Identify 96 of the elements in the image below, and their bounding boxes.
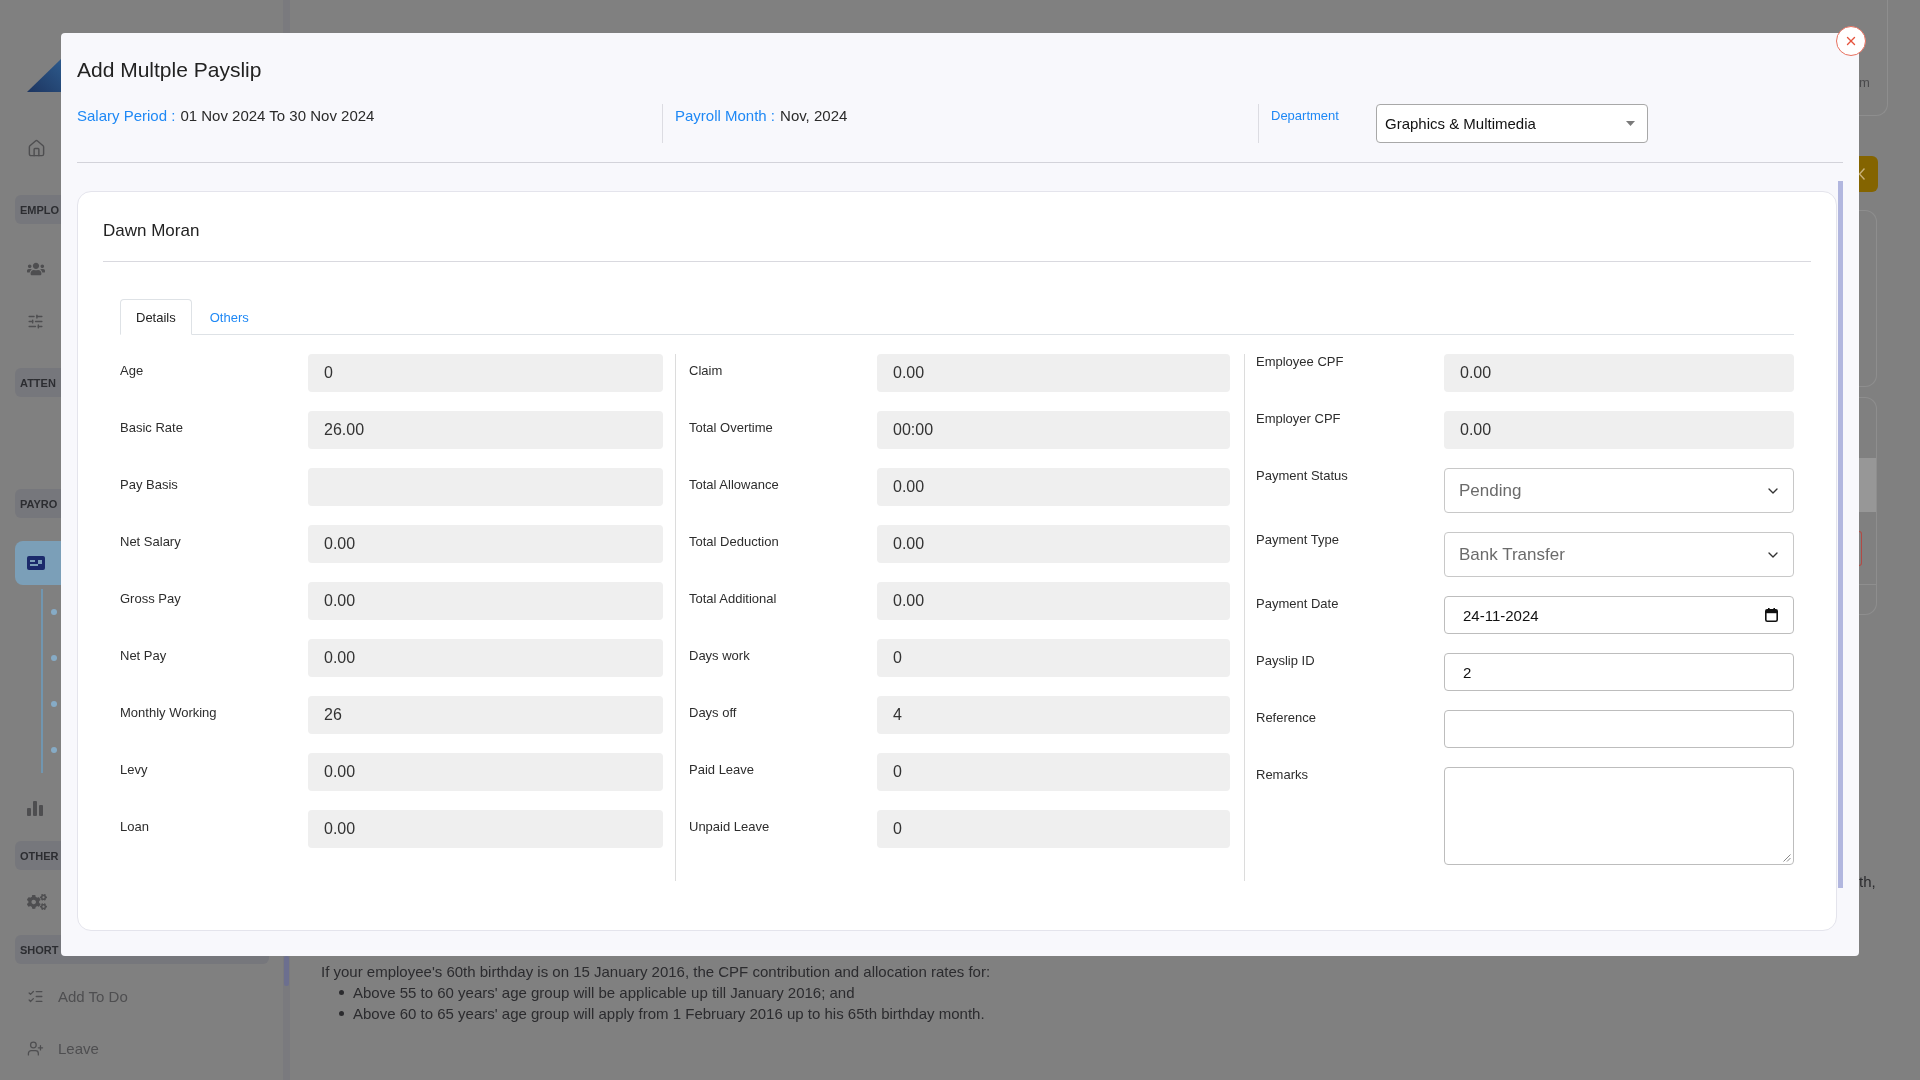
field-label: Days off: [689, 705, 737, 721]
readonly-field: 0.00: [308, 639, 663, 677]
field-label: Total Overtime: [689, 420, 773, 436]
field-label: Unpaid Leave: [689, 819, 770, 835]
sidebar-item[interactable]: [27, 138, 46, 158]
readonly-field: 0.00: [877, 354, 1230, 392]
chevron-button[interactable]: [1859, 156, 1878, 192]
field-label: Employee CPF: [1256, 354, 1344, 370]
readonly-field: 0.00: [1444, 411, 1794, 449]
modal-title: Add Multple Payslip: [77, 57, 262, 83]
calendar-icon: [1765, 608, 1778, 622]
section-heading: ATTEN: [15, 368, 61, 397]
close-button[interactable]: [1836, 26, 1866, 56]
list-item-text: Above 60 to 65 years' age group will apply from 1 February 2016 up to his 65th birthday month.: [353, 1004, 985, 1024]
partial-text: th,: [1859, 873, 1877, 891]
field-label: Net Salary: [120, 534, 181, 550]
dot-icon: [51, 609, 57, 615]
readonly-field: 4: [877, 696, 1230, 734]
tab[interactable]: Details: [120, 299, 192, 335]
sidebar-item[interactable]: [27, 892, 47, 912]
select-field[interactable]: Pending: [1444, 468, 1794, 513]
field-label: Basic Rate: [120, 420, 183, 436]
salary-period-value: 01 Nov 2024 To 30 Nov 2024: [180, 106, 375, 126]
field-label: Age: [120, 363, 144, 379]
field-label: Loan: [120, 819, 149, 835]
dot-icon: [51, 701, 57, 707]
dot-icon: [51, 747, 57, 753]
sidebar-item[interactable]: [27, 260, 45, 278]
id-card-icon: [27, 556, 45, 570]
field-label: Total Deduction: [689, 534, 779, 550]
home-icon: [27, 138, 46, 158]
readonly-field: 0.00: [308, 810, 663, 848]
readonly-field: 0.00: [877, 582, 1230, 620]
sidebar-item[interactable]: [27, 312, 44, 330]
sidebar-item[interactable]: [15, 541, 61, 585]
users-icon: [27, 260, 45, 278]
salary-period-label: Salary Period :: [77, 106, 176, 126]
textarea-field[interactable]: [1444, 767, 1794, 865]
field-label: Payment Date: [1256, 596, 1339, 612]
field-label: Gross Pay: [120, 591, 181, 607]
dot-icon: [51, 655, 57, 661]
readonly-field: 0: [877, 753, 1230, 791]
readonly-field: 26.00: [308, 411, 663, 449]
field-label: Payment Type: [1256, 532, 1339, 548]
user-plus-icon: [27, 1039, 44, 1057]
field-label: Net Pay: [120, 648, 167, 664]
readonly-field: 0.00: [877, 525, 1230, 563]
section-heading: OTHER: [15, 841, 61, 870]
readonly-field: 0.00: [308, 582, 663, 620]
readonly-field: 0: [877, 639, 1230, 677]
field-label: Payslip ID: [1256, 653, 1315, 669]
department-label: Department: [1271, 107, 1339, 125]
field-label: Employer CPF: [1256, 411, 1341, 427]
input-field[interactable]: [1444, 710, 1794, 748]
readonly-field: 00:00: [877, 411, 1230, 449]
field-label: Monthly Working: [120, 705, 217, 721]
employee-name: Dawn Moran: [103, 221, 200, 241]
readonly-field: 0: [877, 810, 1230, 848]
bullet-icon: [339, 990, 344, 995]
gears-icon: [27, 892, 47, 912]
resize-handle-icon: [1783, 854, 1791, 862]
select-field[interactable]: Bank Transfer: [1444, 532, 1794, 577]
bullet-icon: [339, 1011, 344, 1016]
department-select[interactable]: Graphics & Multimedia: [1376, 104, 1648, 143]
section-heading: EMPLO: [15, 195, 61, 224]
field-label: Claim: [689, 363, 723, 379]
date-field[interactable]: 24-11-2024: [1444, 596, 1794, 634]
field-label: Reference: [1256, 710, 1316, 726]
sidebar-item[interactable]: [27, 800, 43, 816]
caret-down-icon: [1626, 121, 1635, 126]
readonly-field: 0: [308, 354, 663, 392]
section-heading: PAYRO: [15, 489, 61, 518]
field-label: Total Allowance: [689, 477, 779, 493]
field-label: Payment Status: [1256, 468, 1348, 484]
scrollbar-thumb: [284, 956, 289, 986]
readonly-field: 0.00: [308, 525, 663, 563]
payroll-month-label: Payroll Month :: [675, 106, 776, 126]
chevron-left-icon: [1859, 168, 1865, 180]
field-label: Pay Basis: [120, 477, 178, 493]
readonly-field: 0.00: [1444, 354, 1794, 392]
note-text: If your employee's 60th birthday is on 15 January 2016, the CPF contribution and allocation rates for:: [321, 962, 991, 982]
close-icon: [1844, 34, 1858, 48]
list-item-text: Above 55 to 60 years' age group will be applicable up till January 2016; and: [353, 983, 855, 1003]
payroll-month-value: Nov, 2024: [780, 106, 848, 126]
readonly-field: 0.00: [308, 753, 663, 791]
sliders-icon: [27, 312, 44, 330]
input-field[interactable]: 2: [1444, 653, 1794, 691]
field-label: Paid Leave: [689, 762, 755, 778]
tab[interactable]: Others: [193, 299, 265, 335]
field-label: Days work: [689, 648, 750, 664]
field-label: Total Additional: [689, 591, 777, 607]
field-label: Levy: [120, 762, 148, 778]
readonly-field: 26: [308, 696, 663, 734]
bar-chart-icon: [27, 800, 43, 816]
field-label: Remarks: [1256, 767, 1308, 783]
readonly-field: 0.00: [877, 468, 1230, 506]
